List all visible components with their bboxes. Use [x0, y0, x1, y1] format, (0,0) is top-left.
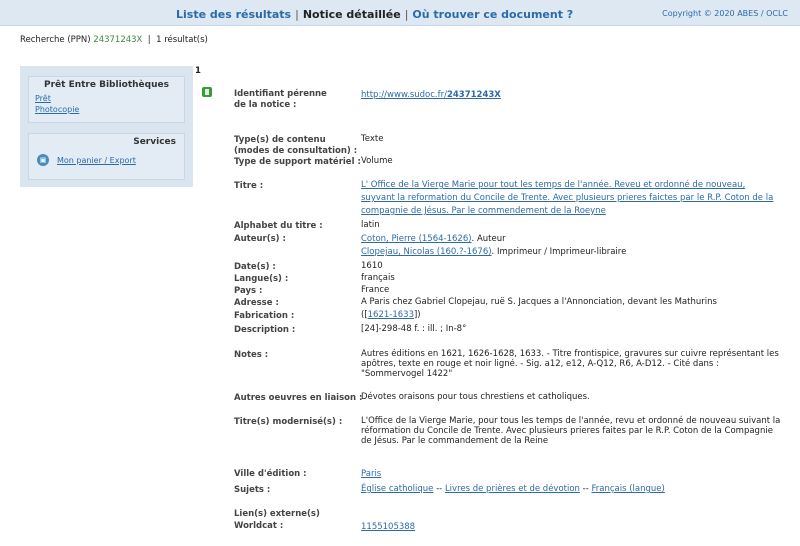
author-row: Coton, Pierre (1564-1626). Auteur — [361, 233, 781, 246]
other-works-value: Dévotes oraisons pour tous chrestiens et… — [361, 392, 590, 402]
city-value: Paris — [361, 468, 781, 481]
modern-title-value: L'Office de la Vierge Marie, pour tous l… — [361, 416, 781, 446]
alphabet-value: latin — [361, 220, 380, 230]
identifier-label: Identifiant pérenne de la notice : — [234, 89, 327, 110]
basket-export-link[interactable]: Mon panier / Export — [57, 156, 136, 165]
author-link[interactable]: Coton, Pierre (1564-1626) — [361, 234, 472, 244]
alphabet-label: Alphabet du titre : — [234, 221, 323, 231]
content-type-value: Texte — [361, 134, 384, 144]
worldcat-label: Worldcat : — [234, 521, 284, 531]
city-link[interactable]: Paris — [361, 469, 381, 479]
notes-value: Autres éditions en 1621, 1626-1628, 1633… — [361, 349, 779, 379]
city-label: Ville d'édition : — [234, 469, 307, 479]
author-row: Clopejau, Nicolas (160.?-1676). Imprimeu… — [361, 246, 781, 259]
fabrication-label: Fabrication : — [234, 311, 295, 321]
permalink-id: 24371243X — [446, 90, 501, 100]
address-label: Adresse : — [234, 298, 279, 308]
nav-separator: | — [295, 8, 299, 21]
fabrication-open: ([ — [361, 310, 368, 320]
worldcat-value: 1155105388 — [361, 521, 781, 534]
subject-link[interactable]: Église catholique — [361, 484, 433, 494]
sidebar: Prêt Entre Bibliothèques Prêt Photocopie… — [20, 66, 193, 187]
where-to-find-link[interactable]: Où trouver ce document ? — [412, 8, 573, 21]
subject-link[interactable]: Livres de prières et de dévotion — [445, 484, 580, 494]
results-list-link[interactable]: Liste des résultats — [176, 8, 291, 21]
fabrication-close: ]) — [413, 310, 421, 320]
fabrication-value: ([1621-1633]) — [361, 309, 781, 322]
notes-label: Notes : — [234, 350, 269, 360]
loan-link[interactable]: Prêt — [35, 94, 184, 103]
address-value: A Paris chez Gabriel Clopejau, ruë S. Ja… — [361, 297, 717, 307]
date-label: Date(s) : — [234, 262, 276, 272]
copyright-text: Copyright © 2020 ABES / OCLC — [662, 9, 788, 18]
subject-separator: -- — [433, 484, 445, 494]
subjects-label: Sujets : — [234, 485, 271, 495]
title-label: Titre : — [234, 181, 264, 191]
detailed-record-tab: Notice détaillée — [302, 8, 401, 21]
search-ppn: 24371243X — [93, 35, 143, 45]
interlibrary-loan-title: Prêt Entre Bibliothèques — [44, 80, 169, 90]
modern-title-label: Titre(s) modernisé(s) : — [234, 417, 343, 427]
photocopy-link[interactable]: Photocopie — [35, 105, 184, 114]
subject-link[interactable]: Français (langue) — [591, 484, 664, 494]
author-role: . Imprimeur / Imprimeur-libraire — [491, 247, 627, 257]
search-separator: | — [147, 35, 151, 45]
subject-separator: -- — [579, 484, 592, 494]
authors-label: Auteur(s) : — [234, 234, 286, 244]
top-navigation-bar: Liste des résultats | Notice détaillée | Où … — [0, 0, 800, 26]
support-label: Type de support matériel : — [234, 157, 361, 167]
description-label: Description : — [234, 325, 296, 335]
top-nav: Liste des résultats | Notice détaillée | Où … — [176, 8, 573, 21]
author-link[interactable]: Clopejau, Nicolas (160.?-1676) — [361, 247, 492, 257]
search-prefix: Recherche (PPN) — [20, 35, 91, 45]
authors-value: Coton, Pierre (1564-1626). Auteur Clopej… — [361, 233, 781, 259]
permalink-prefix: http://www.sudoc.fr/ — [361, 90, 447, 100]
other-works-label: Autres oeuvres en liaison : — [234, 393, 363, 403]
basket-icon: ▣ — [37, 154, 49, 166]
fabrication-link[interactable]: 1621-1633 — [368, 310, 414, 320]
search-summary: Recherche (PPN) 24371243X | 1 résultat(s… — [20, 35, 208, 45]
title-link[interactable]: L' Office de la Vierge Marie pour tout l… — [361, 180, 773, 216]
identifier-value: http://www.sudoc.fr/24371243X — [361, 89, 781, 102]
nav-separator: | — [404, 8, 409, 21]
description-value: [24]-298-48 f. : ill. ; In-8° — [361, 324, 467, 334]
basket-row[interactable]: ▣ Mon panier / Export — [37, 154, 184, 166]
services-box: Services ▣ Mon panier / Export — [28, 133, 185, 180]
permalink-link[interactable]: http://www.sudoc.fr/24371243X — [361, 90, 501, 100]
record-document-icon[interactable] — [202, 87, 212, 97]
interlibrary-loan-box: Prêt Entre Bibliothèques Prêt Photocopie — [28, 76, 185, 123]
author-role: . Auteur — [471, 234, 506, 244]
external-links-label: Lien(s) externe(s) — [234, 509, 320, 519]
worldcat-link[interactable]: 1155105388 — [361, 522, 415, 532]
subjects-value: Église catholique -- Livres de prières e… — [361, 483, 781, 496]
language-label: Langue(s) : — [234, 274, 289, 284]
title-value: L' Office de la Vierge Marie pour tout l… — [361, 179, 781, 218]
support-value: Volume — [361, 156, 393, 166]
services-title: Services — [133, 137, 176, 147]
content-type-label: Type(s) de contenu (modes de consultatio… — [234, 135, 358, 156]
record-number: 1 — [195, 66, 201, 76]
country-label: Pays : — [234, 286, 263, 296]
result-count: 1 résultat(s) — [156, 35, 208, 45]
